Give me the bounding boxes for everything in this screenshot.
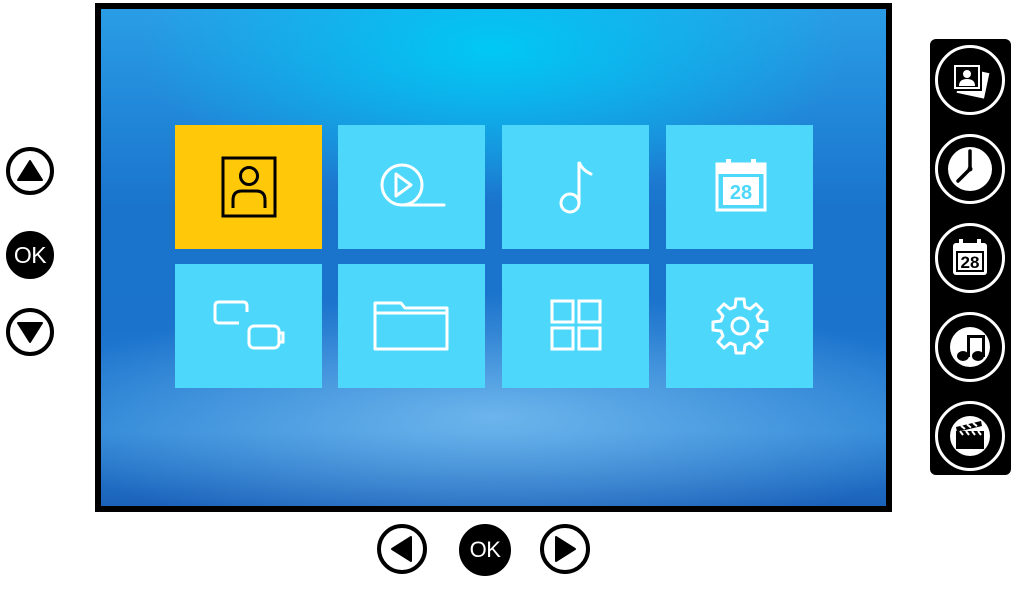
music-icon [950, 327, 990, 367]
devices-icon [213, 300, 284, 350]
ok-label: OK [13, 241, 47, 268]
music-note-icon [559, 161, 592, 214]
up-arrow-icon [17, 160, 43, 181]
down-arrow-icon [17, 322, 43, 343]
shortcut-music[interactable] [935, 312, 1005, 382]
apps-grid-icon [550, 299, 601, 351]
device-ui: 28 OK OK 28 [0, 0, 1015, 595]
settings-gear-icon [711, 297, 768, 355]
clock-icon [948, 147, 992, 191]
right-button[interactable] [540, 524, 590, 574]
up-button[interactable] [6, 147, 54, 195]
video-play-icon [380, 163, 445, 207]
left-arrow-icon [391, 536, 412, 562]
right-arrow-icon [555, 536, 576, 562]
display-screen: 28 [95, 3, 892, 512]
tile-folder[interactable] [338, 264, 485, 388]
shortcut-photos[interactable] [935, 45, 1005, 115]
ok-button-bottom[interactable]: OK [459, 524, 511, 576]
ok-label: OK [469, 537, 501, 562]
tile-video[interactable] [338, 125, 485, 249]
contacts-icon [221, 156, 276, 218]
folder-icon [373, 301, 448, 351]
photos-icon [952, 63, 990, 99]
shortcut-calendar-date: 28 [961, 253, 980, 272]
ok-button-left[interactable]: OK [6, 231, 54, 279]
calendar-icon: 28 [715, 159, 766, 212]
left-button[interactable] [377, 524, 427, 574]
shortcut-panel: 28 [930, 39, 1011, 475]
shortcut-video[interactable] [935, 401, 1005, 471]
tile-calendar[interactable]: 28 [666, 125, 813, 249]
tile-devices[interactable] [175, 264, 322, 388]
menu-screen: 28 [101, 9, 886, 506]
tile-contacts[interactable] [175, 125, 322, 249]
clapperboard-icon [950, 416, 990, 456]
calendar-icon: 28 [953, 239, 987, 275]
tile-calendar-date: 28 [729, 182, 751, 204]
shortcut-calendar[interactable]: 28 [935, 223, 1005, 293]
tile-music[interactable] [502, 125, 649, 249]
down-button[interactable] [6, 308, 54, 356]
shortcut-clock[interactable] [935, 134, 1005, 204]
tile-apps[interactable] [502, 264, 649, 388]
tile-settings[interactable] [666, 264, 813, 388]
